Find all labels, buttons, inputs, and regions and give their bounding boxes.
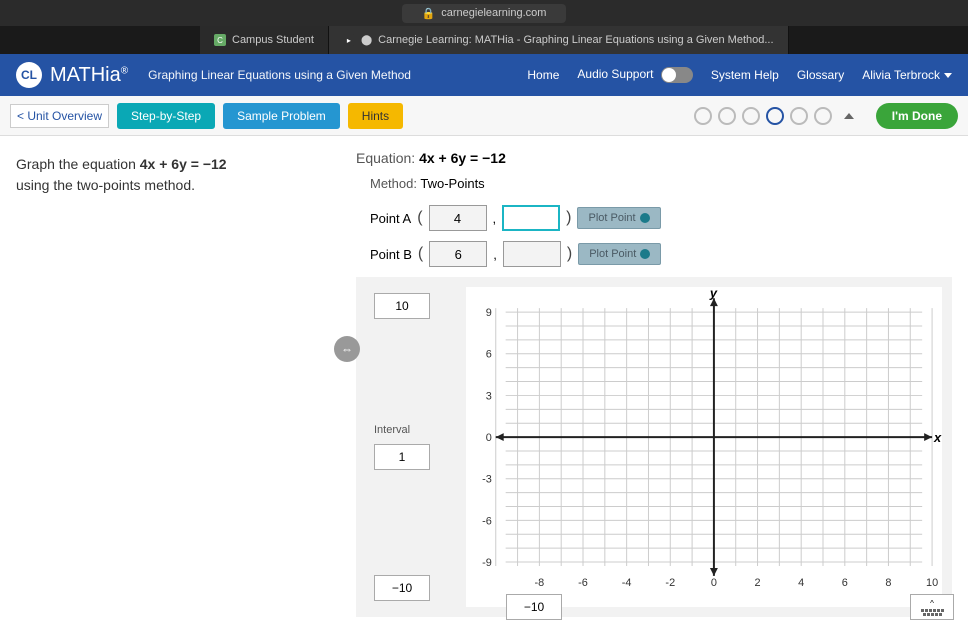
keyboard-button[interactable]: ^ [910, 594, 954, 620]
x-axis-label: x [933, 430, 942, 445]
svg-text:-3: -3 [482, 474, 492, 486]
nav-audio-support[interactable]: Audio Support [577, 67, 692, 83]
open-paren: ( [417, 209, 422, 227]
app-header: CL MATHia® Graphing Linear Equations usi… [0, 54, 968, 96]
point-b-x-input[interactable] [429, 241, 487, 267]
y-axis-label: y [709, 287, 718, 300]
tab-label: Campus Student [232, 34, 314, 46]
svg-text:6: 6 [842, 577, 848, 589]
prompt-pane: Graph the equation 4x + 6y = −12 using t… [0, 136, 340, 626]
content-area: Graph the equation 4x + 6y = −12 using t… [0, 136, 968, 626]
svg-text:-2: -2 [665, 577, 675, 589]
interval-label: Interval [374, 424, 458, 436]
coordinate-grid[interactable]: x y -9 -6 -3 0 3 6 9 -8 -6 -4 -2 0 2 4 6 8 10 [466, 287, 942, 607]
ymax-input[interactable] [374, 293, 430, 319]
svg-text:9: 9 [486, 307, 492, 319]
close-paren: ) [567, 245, 572, 263]
plot-dot-icon [640, 249, 650, 259]
point-a-x-input[interactable] [429, 205, 487, 231]
tab-icon: C [214, 34, 226, 46]
svg-text:-6: -6 [482, 515, 492, 527]
lesson-toolbar: < Unit Overview Step-by-Step Sample Prob… [0, 96, 968, 136]
plot-point-b-button[interactable]: Plot Point [578, 243, 661, 265]
svg-text:8: 8 [885, 577, 891, 589]
browser-tabs: C Campus Student ▸ ⬤ Carnegie Learning: … [0, 26, 968, 54]
tab-icon: ▸ [343, 34, 355, 46]
lesson-title: Graphing Linear Equations using a Given … [148, 68, 411, 82]
svg-text:10: 10 [926, 577, 938, 589]
app-name: MATHia® [50, 64, 128, 87]
svg-text:2: 2 [755, 577, 761, 589]
step-by-step-button[interactable]: Step-by-Step [117, 103, 215, 129]
svg-text:-6: -6 [578, 577, 588, 589]
comma: , [493, 247, 497, 262]
point-b-row: Point B ( , ) Plot Point [356, 241, 952, 267]
graph-y-controls: Interval [366, 287, 466, 607]
tab-mathia[interactable]: ▸ ⬤ Carnegie Learning: MATHia - Graphing… [329, 26, 789, 54]
progress-indicator [694, 107, 860, 125]
unit-overview-link[interactable]: < Unit Overview [10, 104, 109, 128]
svg-text:0: 0 [711, 577, 717, 589]
graph-bottom-controls: ^ [360, 594, 954, 620]
method-display: Method: Two-Points [356, 176, 952, 191]
equation-display: Equation: 4x + 6y = −12 [356, 150, 952, 166]
point-b-label: Point B [370, 247, 412, 262]
plot-point-a-button[interactable]: Plot Point [577, 207, 660, 229]
tab-campus-student[interactable]: C Campus Student [200, 26, 329, 54]
close-paren: ) [566, 209, 571, 227]
tab-label: Carnegie Learning: MATHia - Graphing Lin… [378, 34, 773, 46]
progress-dot [790, 107, 808, 125]
lock-icon: 🔒 [422, 7, 436, 20]
comma: , [493, 211, 497, 226]
arrow-down-icon [710, 568, 718, 576]
progress-dot [718, 107, 736, 125]
svg-text:0: 0 [486, 432, 492, 444]
svg-text:-4: -4 [622, 577, 632, 589]
progress-dot-current [766, 107, 784, 125]
chevron-up-icon[interactable] [844, 113, 854, 119]
graph-area: Interval x y -9 -6 -3 0 3 6 9 -8 -6 -4 -2 0 2 4 6 8 10 [356, 277, 952, 617]
logo-icon: CL [16, 62, 42, 88]
sample-problem-button[interactable]: Sample Problem [223, 103, 340, 129]
interval-input[interactable] [374, 444, 430, 470]
point-a-row: Point A ( , ) Plot Point [356, 205, 952, 231]
point-a-label: Point A [370, 211, 411, 226]
chevron-down-icon [944, 73, 952, 78]
nav-system-help[interactable]: System Help [711, 68, 779, 82]
plot-dot-icon [640, 213, 650, 223]
progress-dot [814, 107, 832, 125]
problem-prompt: Graph the equation 4x + 6y = −12 using t… [16, 154, 324, 196]
nav-glossary[interactable]: Glossary [797, 68, 844, 82]
arrow-left-icon [496, 433, 504, 441]
url-value: carnegielearning.com [441, 7, 546, 19]
user-menu[interactable]: Alivia Terbrock [862, 68, 952, 82]
svg-text:3: 3 [486, 390, 492, 402]
work-pane: Equation: 4x + 6y = −12 Method: Two-Poin… [340, 136, 968, 626]
xmin-input[interactable] [506, 594, 562, 620]
arrow-right-icon [924, 433, 932, 441]
pane-divider-handle[interactable]: ⇔ [334, 336, 360, 362]
audio-toggle[interactable] [661, 67, 693, 83]
point-a-y-input[interactable] [502, 205, 560, 231]
svg-text:-8: -8 [535, 577, 545, 589]
svg-text:-9: -9 [482, 557, 492, 569]
point-b-y-input[interactable] [503, 241, 561, 267]
open-paren: ( [418, 245, 423, 263]
chevron-up-icon: ^ [930, 599, 934, 608]
im-done-button[interactable]: I'm Done [876, 103, 958, 129]
svg-text:6: 6 [486, 349, 492, 361]
carnegie-icon: ⬤ [361, 35, 372, 46]
hints-button[interactable]: Hints [348, 103, 403, 129]
svg-text:4: 4 [798, 577, 804, 589]
url-text: 🔒 carnegielearning.com [402, 4, 567, 23]
browser-url-bar: 🔒 carnegielearning.com [0, 0, 968, 26]
progress-dot [742, 107, 760, 125]
nav-home[interactable]: Home [527, 68, 559, 82]
progress-dot [694, 107, 712, 125]
